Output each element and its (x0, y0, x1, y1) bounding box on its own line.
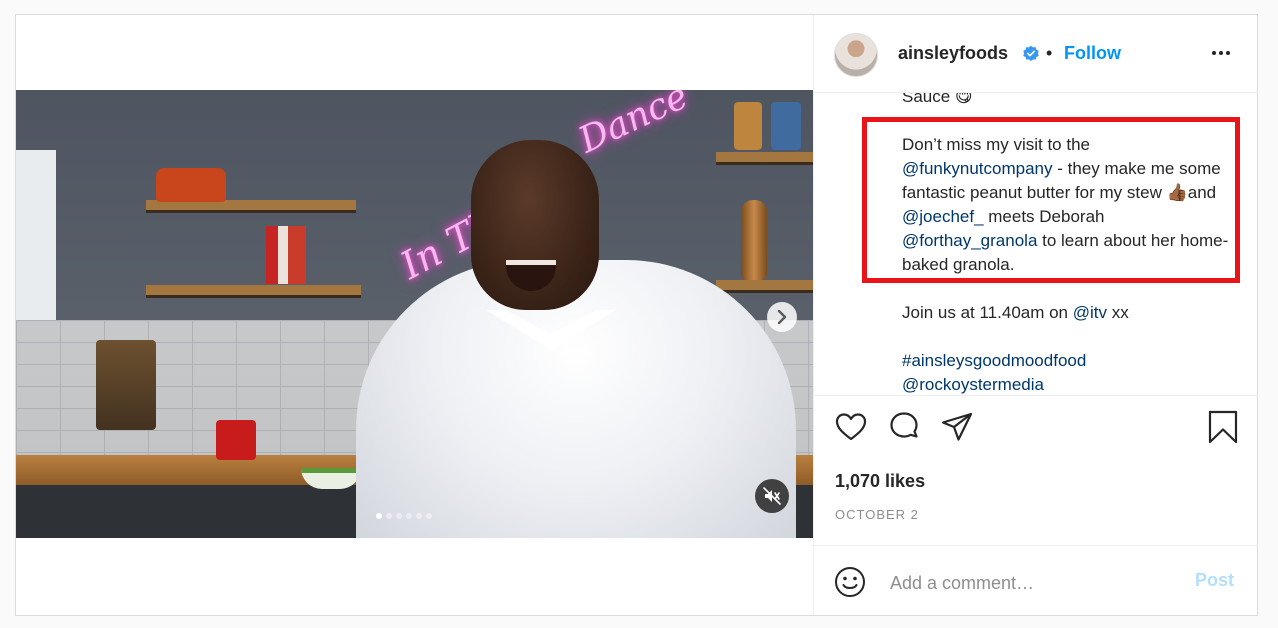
mention-link[interactable]: @joechef_ (902, 207, 984, 226)
join-suffix: xx (1107, 303, 1129, 322)
chef-body (356, 260, 796, 538)
lantern (96, 340, 156, 430)
post-comment-button[interactable]: Post (1195, 570, 1234, 591)
caption-text: meets Deborah (983, 207, 1105, 226)
post-video[interactable]: In This Dance (16, 90, 813, 538)
caption-text: Don’t miss my visit to the (902, 135, 1090, 154)
carousel-indicator (376, 513, 432, 519)
caption-tags: #ainsleysgoodmoodfood @rockoystermedia (902, 349, 1242, 395)
action-bar (814, 396, 1258, 452)
caption-highlighted-text: Don’t miss my visit to the @funkynutcomp… (902, 133, 1242, 277)
instagram-post: In This Dance ainsleyfoods • Follow Sauc… (15, 14, 1258, 616)
books (266, 226, 306, 284)
username-link[interactable]: ainsleyfoods (898, 43, 1008, 64)
verified-badge-icon (1023, 45, 1039, 62)
hashtag-link[interactable]: #ainsleysgoodmoodfood (902, 349, 1242, 373)
red-canister (216, 420, 256, 460)
jar (771, 102, 801, 150)
mute-icon (763, 487, 781, 505)
shelf (716, 152, 813, 165)
comment-icon[interactable] (887, 410, 921, 444)
avatar[interactable] (834, 33, 878, 77)
copper-vase (741, 200, 767, 280)
post-header: ainsleyfoods • Follow (814, 15, 1258, 93)
mention-link[interactable]: @funkynutcompany (902, 159, 1053, 178)
mention-link[interactable]: @itv (1073, 303, 1107, 322)
post-side-panel: ainsleyfoods • Follow Sauce 😋 Don’t miss… (813, 15, 1258, 615)
carousel-dot (416, 513, 422, 519)
red-pot (156, 168, 226, 202)
join-text: Join us at 11.40am on (902, 303, 1073, 322)
caption-join-line: Join us at 11.40am on @itv xx (902, 301, 1242, 325)
jar (734, 102, 762, 150)
carousel-dot (406, 513, 412, 519)
bookmark-icon[interactable] (1206, 410, 1240, 444)
mention-link[interactable]: @forthay_granola (902, 231, 1037, 250)
mention-link[interactable]: @rockoystermedia (902, 373, 1242, 395)
carousel-dot (376, 513, 382, 519)
more-options-icon[interactable] (1209, 41, 1233, 65)
header-separator: • (1046, 43, 1053, 63)
chevron-right-icon (777, 310, 787, 324)
shelf (716, 280, 813, 293)
mute-button[interactable] (755, 479, 789, 513)
post-date[interactable]: OCTOBER 2 (835, 507, 919, 522)
emoji-icon[interactable] (834, 566, 866, 598)
follow-button[interactable]: Follow (1064, 43, 1121, 64)
caption-scroll-area[interactable]: Sauce 😋 Don’t miss my visit to the @funk… (814, 93, 1258, 396)
neon-sign-right: Dance (572, 90, 695, 162)
caption-line-top: Sauce 😋 (902, 93, 973, 106)
add-comment-bar: Post (814, 545, 1258, 615)
shelf (146, 285, 361, 298)
carousel-dot (426, 513, 432, 519)
share-icon[interactable] (940, 410, 974, 444)
kitchen-window (16, 150, 56, 320)
carousel-dot (386, 513, 392, 519)
post-media: In This Dance (16, 15, 813, 615)
comment-input[interactable] (888, 568, 1182, 598)
carousel-next-button[interactable] (767, 302, 797, 332)
likes-count[interactable]: 1,070 likes (835, 471, 925, 492)
carousel-dot (396, 513, 402, 519)
heart-icon[interactable] (834, 410, 868, 444)
